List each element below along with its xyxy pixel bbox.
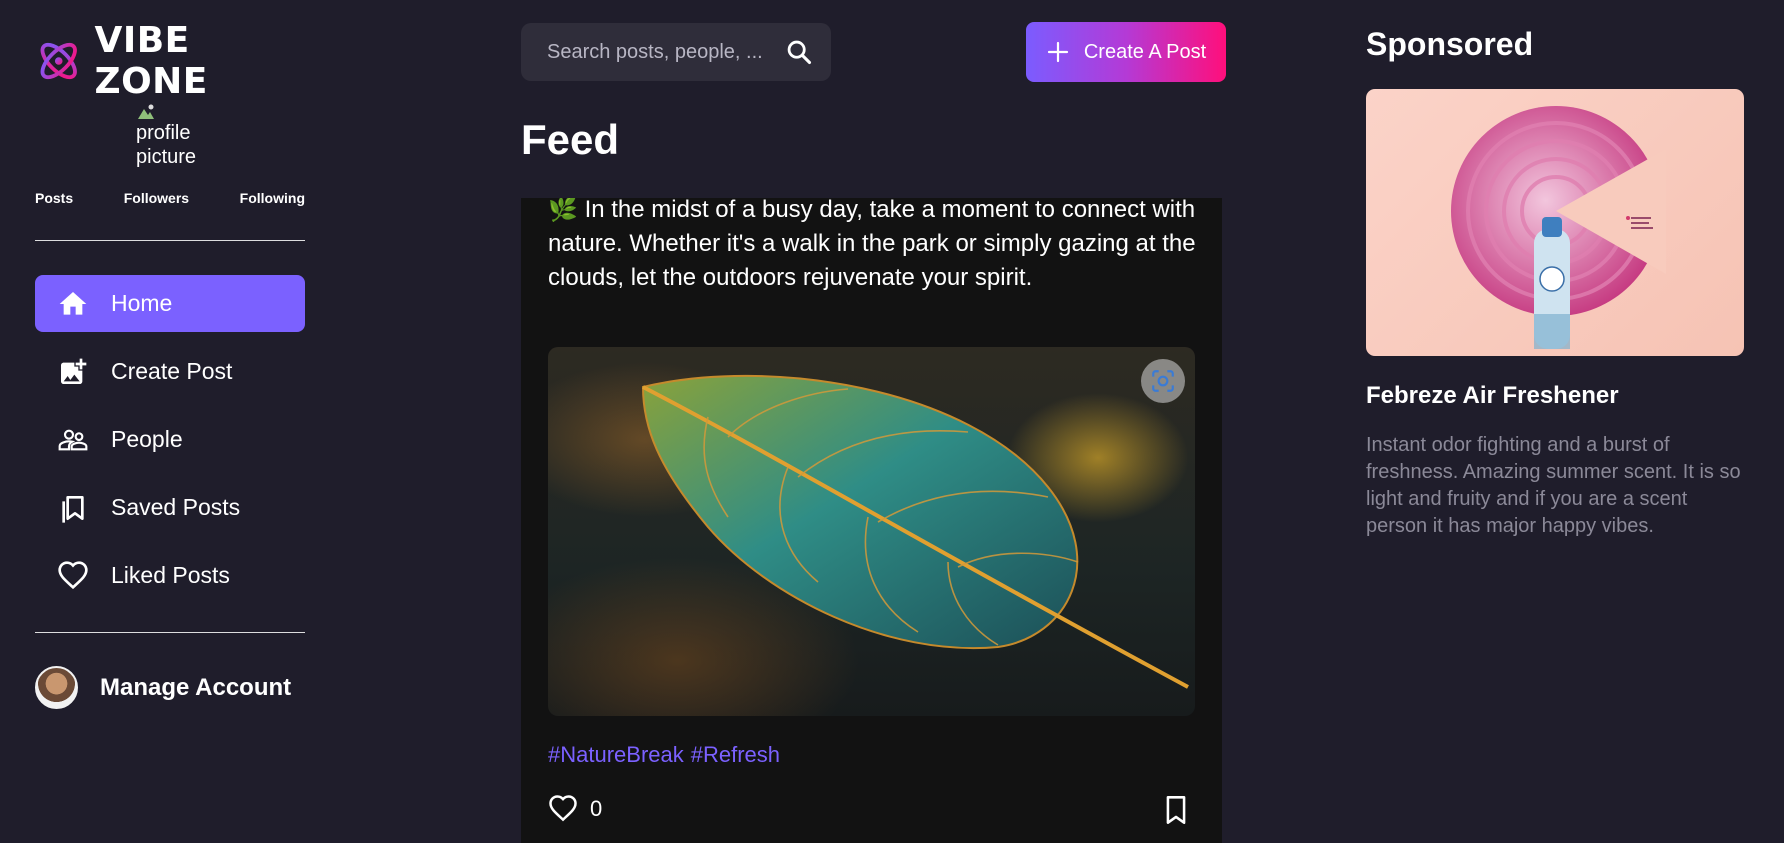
divider	[35, 632, 305, 633]
like-count: 0	[590, 796, 603, 821]
post-image[interactable]	[548, 347, 1195, 716]
app-root: VIBE ZONE profile picture Posts Follower…	[0, 0, 1784, 843]
home-icon	[59, 291, 87, 315]
like-control: 0	[548, 794, 602, 824]
save-post-button[interactable]	[1162, 795, 1190, 830]
people-icon	[58, 429, 88, 450]
sidebar-item-home[interactable]: Home	[35, 275, 305, 332]
manage-account-label: Manage Account	[100, 673, 292, 701]
create-post-label: Create A Post	[1083, 40, 1207, 63]
ad-image[interactable]	[1366, 89, 1744, 356]
create-post-button[interactable]: Create A Post	[1026, 22, 1226, 82]
sidebar-item-label: Create Post	[111, 358, 233, 384]
search-bar	[521, 23, 831, 81]
febreze-ad-image	[1451, 106, 1666, 349]
leaf-image	[641, 374, 1189, 689]
sidebar-item-people[interactable]: People	[35, 411, 305, 468]
sidebar-item-saved-posts[interactable]: Saved Posts	[35, 479, 305, 536]
heart-outline-icon[interactable]	[548, 794, 578, 824]
bookmarks-icon	[62, 495, 84, 523]
post-text: 🌿 In the midst of a busy day, take a mom…	[548, 198, 1208, 295]
profile-picture[interactable]: profile picture	[136, 103, 206, 167]
sidebar: VIBE ZONE profile picture Posts Follower…	[35, 0, 305, 843]
sidebar-item-label: Saved Posts	[111, 494, 241, 520]
page-title: Feed	[521, 116, 620, 163]
bookmark-icon	[1166, 796, 1186, 824]
divider	[35, 240, 305, 241]
search-icon[interactable]	[785, 38, 813, 66]
add-photo-icon	[61, 358, 87, 384]
profile-picture-alt: profile picture	[136, 122, 197, 167]
avatar[interactable]	[35, 666, 78, 709]
post-card: 🌿 In the midst of a busy day, take a mom…	[521, 198, 1222, 843]
sidebar-item-label: Liked Posts	[111, 562, 230, 588]
sponsored-title: Sponsored	[1366, 26, 1534, 62]
scan-icon	[1152, 370, 1174, 392]
atom-logo-icon	[40, 42, 77, 80]
sidebar-item-label: People	[111, 426, 183, 452]
manage-account[interactable]: Manage Account	[35, 666, 291, 709]
sidebar-item-create-post[interactable]: Create Post	[35, 343, 305, 400]
post-body: In the midst of a busy day, take a momen…	[548, 198, 1196, 291]
hashtag-link[interactable]: #Refresh	[691, 742, 780, 768]
search-input[interactable]	[547, 40, 777, 64]
herb-emoji: 🌿	[548, 198, 578, 223]
profile-stats: Posts Followers Following	[35, 190, 305, 206]
broken-image-icon	[138, 104, 154, 119]
sidebar-item-label: Home	[111, 290, 173, 316]
plus-icon	[1047, 41, 1068, 63]
image-scan-button[interactable]	[1141, 359, 1185, 403]
following-stat[interactable]: Following	[240, 190, 305, 206]
ad-title[interactable]: Febreze Air Freshener	[1366, 382, 1619, 410]
app-name: VIBE ZONE	[94, 20, 208, 102]
sidebar-nav: Home Create Post People Saved Posts Like…	[35, 275, 305, 615]
ad-description: Instant odor fighting and a burst of fre…	[1366, 434, 1741, 537]
posts-stat[interactable]: Posts	[35, 190, 73, 206]
followers-stat[interactable]: Followers	[124, 190, 189, 206]
hashtag-link[interactable]: #NatureBreak	[548, 742, 684, 768]
post-hashtags: #NatureBreak #Refresh	[548, 742, 780, 768]
app-logo[interactable]: VIBE ZONE	[35, 20, 305, 102]
heart-icon	[58, 560, 88, 589]
sidebar-item-liked-posts[interactable]: Liked Posts	[35, 547, 305, 604]
